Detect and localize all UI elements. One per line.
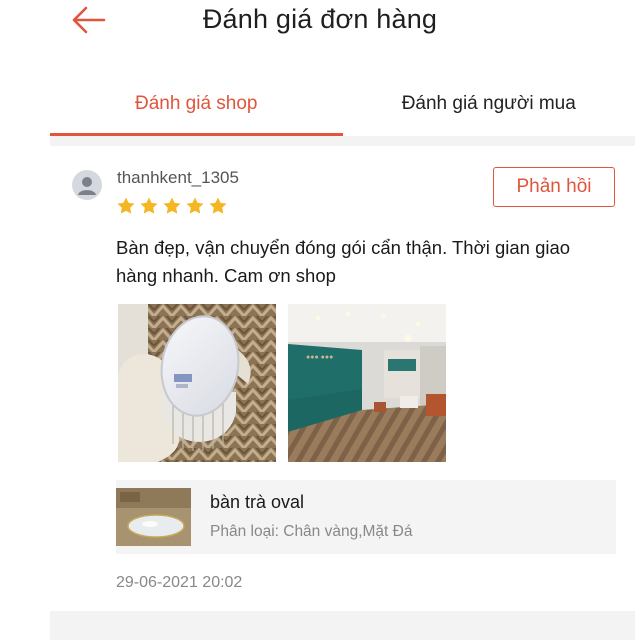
product-thumbnail [116,488,191,546]
product-variant: Phân loại: Chân vàng,Mặt Đá [210,523,413,540]
star-icon [209,197,227,214]
star-icon [163,197,181,214]
star-icon [140,197,158,214]
page-title: Đánh giá đơn hàng [202,4,438,34]
reply-button[interactable]: Phản hồi [493,167,615,207]
review-timestamp: 29-06-2021 20:02 [116,574,243,591]
section-divider-bottom [50,611,635,640]
user-avatar-icon [78,177,96,195]
review-text: Bàn đẹp, vận chuyển đóng gói cẩn thận. T… [116,237,571,286]
star-icon [117,197,135,214]
review-photo-shop-interior[interactable]: ●●● ●●● [288,304,446,462]
review-card: thanhkent_1305 Phản hồi Bàn đẹp, vận chu… [50,146,635,611]
review-photo-table-image [118,304,276,462]
product-thumbnail-image [116,488,191,546]
tab-buyer-reviews[interactable]: Đánh giá người mua [343,72,636,136]
avatar[interactable] [72,170,102,200]
tab-shop-reviews[interactable]: Đánh giá shop [50,72,343,136]
reviewer-username[interactable]: thanhkent_1305 [117,168,239,188]
product-name: bàn trà oval [210,492,305,512]
header: Đánh giá đơn hàng [0,0,640,60]
section-divider [50,136,635,146]
reviewed-product-card[interactable]: bàn trà oval Phân loại: Chân vàng,Mặt Đá [116,480,616,554]
review-photo-interior-image: ●●● ●●● [288,304,446,462]
svg-text:●●● ●●●: ●●● ●●● [306,354,333,361]
star-rating [116,196,228,216]
review-photo-table[interactable] [118,304,276,462]
star-icon [186,197,204,214]
tab-bar: Đánh giá shop Đánh giá người mua [50,72,635,136]
